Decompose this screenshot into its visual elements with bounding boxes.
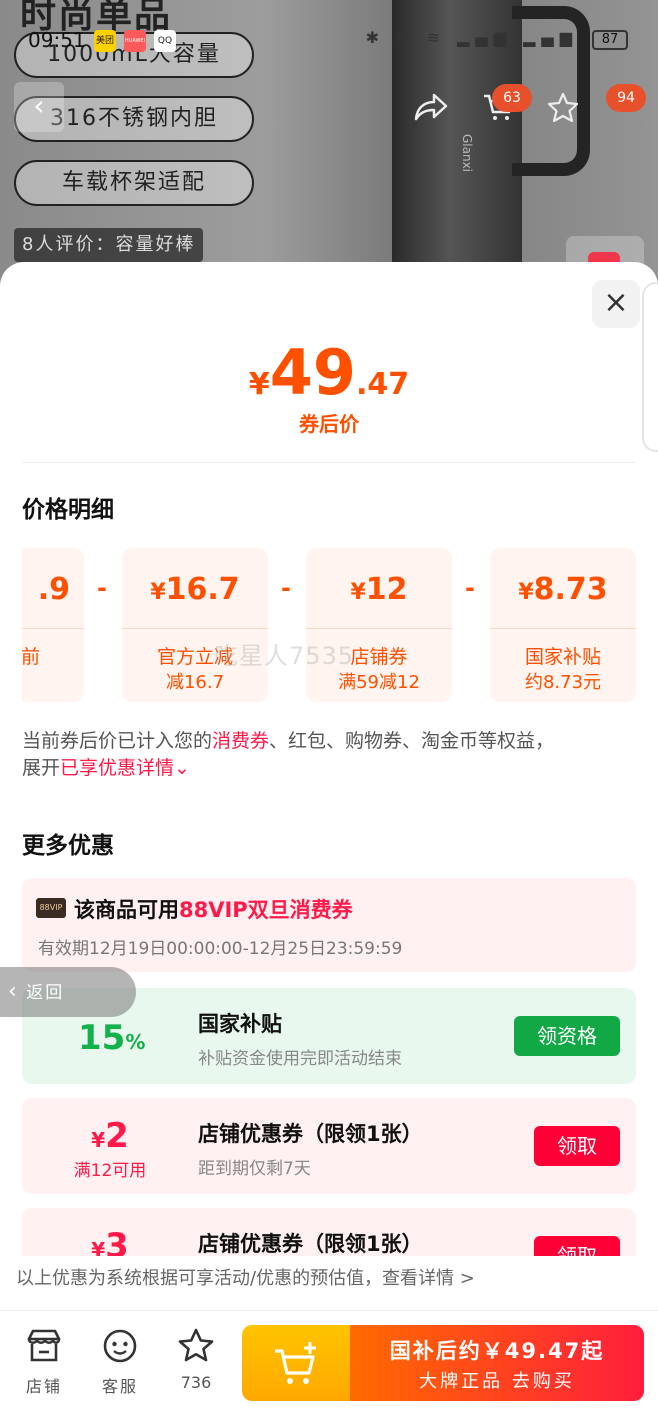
card-value: 12 xyxy=(365,572,408,607)
consumer-coupon-link[interactable]: 消费券 xyxy=(212,730,269,752)
divider xyxy=(22,462,636,463)
claim-coupon-button[interactable]: 领取 xyxy=(534,1126,620,1166)
chevron-left-icon: ‹ xyxy=(8,979,19,1004)
star-icon xyxy=(166,1327,226,1367)
coupon-condition: 满12可用 xyxy=(73,1161,147,1181)
price-integer: 49 xyxy=(269,336,356,409)
favorite-star-icon[interactable] xyxy=(538,82,588,132)
more-offers-title: 更多优惠 xyxy=(22,833,114,859)
shop-icon xyxy=(14,1327,74,1367)
breakdown-card-original: .9 前 xyxy=(22,548,84,702)
card-detail: 减16.7 xyxy=(165,672,225,693)
tab-shop[interactable]: 店铺 xyxy=(14,1327,74,1397)
feature-pill-car: 车载杯架适配 xyxy=(14,160,254,206)
huawei-app-icon: HUAWEI xyxy=(124,30,146,52)
subsidy-percent: 15% xyxy=(78,1018,146,1058)
breakdown-card-shop-coupon: ¥12 店铺券 满59减12 xyxy=(306,548,452,702)
price-note: 当前券后价已计入您的消费券、红包、购物券、淘金币等权益， 展开已享优惠详情⌄ xyxy=(22,730,555,779)
meituan-app-icon: 美团 xyxy=(94,30,116,52)
card-currency: ¥ xyxy=(518,580,534,605)
breakdown-title: 价格明细 xyxy=(22,497,114,523)
subsidy-subtitle: 补贴资金使用完即活动结束 xyxy=(198,1049,402,1069)
card-value: .9 xyxy=(37,572,70,607)
add-to-cart-button[interactable] xyxy=(242,1325,354,1401)
buy-now-button[interactable]: 国补后约￥49.47起 大牌正品 去购买 xyxy=(350,1325,644,1401)
card-currency: ¥ xyxy=(350,580,366,605)
chevron-down-icon[interactable]: ⌄ xyxy=(174,757,190,779)
card-value: 16.7 xyxy=(165,572,240,607)
card-label: 前 xyxy=(22,646,40,668)
shop-coupon-offer: ¥3 店铺优惠券（限领1张） 领取 xyxy=(22,1208,636,1256)
buy-price-line: 国补后约￥49.47起 xyxy=(389,1339,605,1363)
tab-label: 客服 xyxy=(101,1377,138,1396)
tab-label: 店铺 xyxy=(25,1377,62,1396)
minus-operator: - xyxy=(281,574,291,602)
vip-offer-validity: 有效期12月19日00:00:00-12月25日23:59:59 xyxy=(38,939,403,959)
service-icon xyxy=(90,1327,150,1367)
cup-brand-text: Glanxi xyxy=(460,133,475,173)
price-currency: ¥ xyxy=(248,367,270,402)
status-time: 09:51 xyxy=(28,28,86,52)
price-label: 券后价 xyxy=(299,412,359,436)
estimate-disclaimer-link[interactable]: 以上优惠为系统根据可享活动/优惠的预估值，查看详情 > xyxy=(0,1256,658,1310)
card-currency: ¥ xyxy=(150,580,166,605)
favorite-count: 736 xyxy=(180,1373,212,1392)
shop-coupon-offer: ¥2 满12可用 店铺优惠券（限领1张） 距到期仅剩7天 领取 xyxy=(22,1098,636,1194)
signal-wifi-icons: ✱ ⊘ ≋ ▂▄▆ ▂▄▆ xyxy=(365,28,578,47)
review-tag: 8人评价：容量好棒 xyxy=(14,228,204,262)
coupon-amount: ¥3 xyxy=(91,1226,129,1256)
more-count-badge: 94 xyxy=(606,84,646,112)
watermark: 吃星人7535 xyxy=(214,642,355,670)
breakdown-cards-scroller[interactable]: .9 前 ¥16.7 官方立减 减16.7 ¥12 店铺券 满59减12 ¥8.… xyxy=(22,548,638,704)
cart-plus-icon xyxy=(275,1342,316,1384)
close-button[interactable]: × xyxy=(592,280,640,328)
card-detail: 满59减12 xyxy=(338,672,420,693)
card-value: 8.73 xyxy=(533,572,608,607)
price-decimal: .47 xyxy=(356,367,410,402)
qq-app-icon: QQ xyxy=(154,30,176,52)
claim-eligibility-button[interactable]: 领资格 xyxy=(514,1016,620,1056)
floating-back-label: 返回 xyxy=(26,983,65,1003)
card-detail: 约8.73元 xyxy=(524,672,602,693)
breakdown-card-official-discount: ¥16.7 官方立减 减16.7 xyxy=(122,548,268,702)
minus-operator: - xyxy=(97,574,107,602)
tab-customer-service[interactable]: 客服 xyxy=(90,1327,150,1397)
cart-count-badge: 63 xyxy=(492,84,532,112)
buy-slogan-line: 大牌正品 去购买 xyxy=(419,1371,575,1392)
coupon-amount: ¥2 xyxy=(91,1116,129,1156)
battery-icon: 87 xyxy=(592,30,628,50)
vip-badge-icon: 88VIP xyxy=(36,898,66,918)
minus-operator: - xyxy=(465,574,475,602)
final-price: ¥49.47 xyxy=(0,336,658,409)
vip-coupon-offer[interactable]: 88VIP 该商品可用88VIP双旦消费券 有效期12月19日00:00:00-… xyxy=(22,878,636,972)
share-icon[interactable] xyxy=(406,82,456,132)
discount-details-link[interactable]: 已享优惠详情 xyxy=(60,757,174,779)
card-label: 国家补贴 xyxy=(524,646,601,668)
floating-back-button[interactable]: ‹ 返回 xyxy=(0,967,136,1017)
bottom-action-bar: 店铺 客服 736 国补后约￥49.47起 大牌正品 去购买 xyxy=(0,1311,658,1416)
vip-offer-title: 该商品可用88VIP双旦消费券 xyxy=(74,898,353,922)
claim-coupon-button[interactable]: 领取 xyxy=(534,1236,620,1256)
breakdown-card-national-subsidy: ¥8.73 国家补贴 约8.73元 xyxy=(490,548,636,702)
coupon-subtitle: 距到期仅剩7天 xyxy=(198,1159,311,1179)
coupon-title: 店铺优惠券（限领1张） xyxy=(198,1232,423,1256)
coupon-title: 店铺优惠券（限领1张） xyxy=(198,1122,423,1146)
back-arrow-icon[interactable]: ‹ xyxy=(14,82,64,132)
tab-favorite[interactable]: 736 xyxy=(166,1327,226,1392)
subsidy-title: 国家补贴 xyxy=(198,1012,282,1036)
status-bar: 09:51 美团 HUAWEI QQ ✱ ⊘ ≋ ▂▄▆ ▂▄▆ 87 xyxy=(0,24,658,58)
